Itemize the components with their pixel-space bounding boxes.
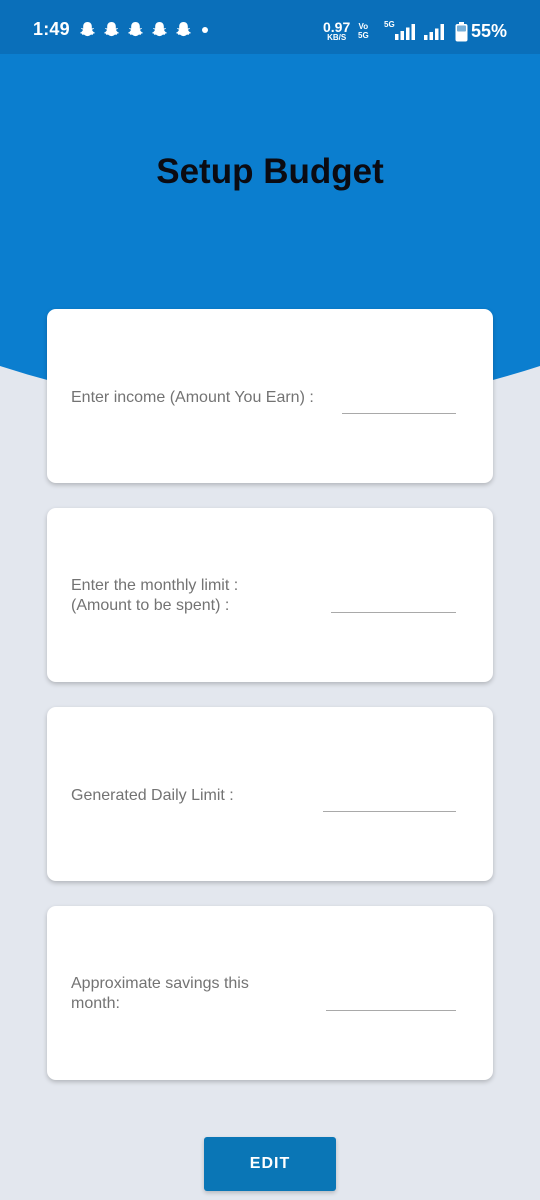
volte-indicator: Vo 5G xyxy=(358,22,369,40)
monthly-limit-label: Enter the monthly limit : (Amount to be … xyxy=(71,576,238,616)
signal-strength-icon xyxy=(395,24,415,40)
monthly-limit-label-line1: Enter the monthly limit : xyxy=(71,577,239,594)
savings-card: Approximate savings this month: xyxy=(47,906,493,1080)
status-bar: 1:49 0.97 KB/S Vo 5G 5G 55% xyxy=(0,0,540,54)
battery-percentage: 55% xyxy=(471,21,508,41)
volte-top-label: Vo xyxy=(358,22,369,31)
more-notifications-dot-icon xyxy=(202,26,208,33)
battery-icon xyxy=(455,22,468,42)
snapchat-icon xyxy=(176,22,191,37)
fiveg-badge: 5G xyxy=(384,20,395,29)
status-time: 1:49 xyxy=(33,19,70,39)
savings-label-line2: month: xyxy=(71,995,120,1012)
page-title: Setup Budget xyxy=(156,152,384,191)
network-speed: 0.97 KB/S xyxy=(323,20,350,42)
daily-limit-label: Generated Daily Limit : xyxy=(71,786,234,806)
snapchat-icon xyxy=(104,22,119,37)
daily-limit-label-line1: Generated Daily Limit : xyxy=(71,787,234,804)
income-input[interactable] xyxy=(342,413,456,414)
volte-bottom-label: 5G xyxy=(358,31,369,40)
network-speed-unit: KB/S xyxy=(327,33,347,42)
income-card: Enter income (Amount You Earn) : xyxy=(47,309,493,483)
signal-strength-icon xyxy=(424,24,444,40)
daily-limit-card: Generated Daily Limit : xyxy=(47,707,493,881)
income-label-line1: Enter income (Amount You Earn) : xyxy=(71,389,314,406)
snapchat-icon xyxy=(152,22,167,37)
edit-button[interactable]: EDIT xyxy=(204,1137,336,1191)
monthly-limit-card: Enter the monthly limit : (Amount to be … xyxy=(47,508,493,682)
savings-label: Approximate savings this month: xyxy=(71,974,249,1014)
savings-label-line1: Approximate savings this xyxy=(71,975,249,992)
monthly-limit-label-line2: (Amount to be spent) : xyxy=(71,597,230,614)
daily-limit-field[interactable] xyxy=(323,811,456,812)
network-speed-value: 0.97 xyxy=(323,19,351,35)
income-label: Enter income (Amount You Earn) : xyxy=(71,388,314,408)
notification-icons xyxy=(80,21,208,38)
snapchat-icon xyxy=(128,22,143,37)
monthly-limit-input[interactable] xyxy=(331,612,456,613)
snapchat-icon xyxy=(80,22,95,37)
savings-field[interactable] xyxy=(326,1010,456,1011)
